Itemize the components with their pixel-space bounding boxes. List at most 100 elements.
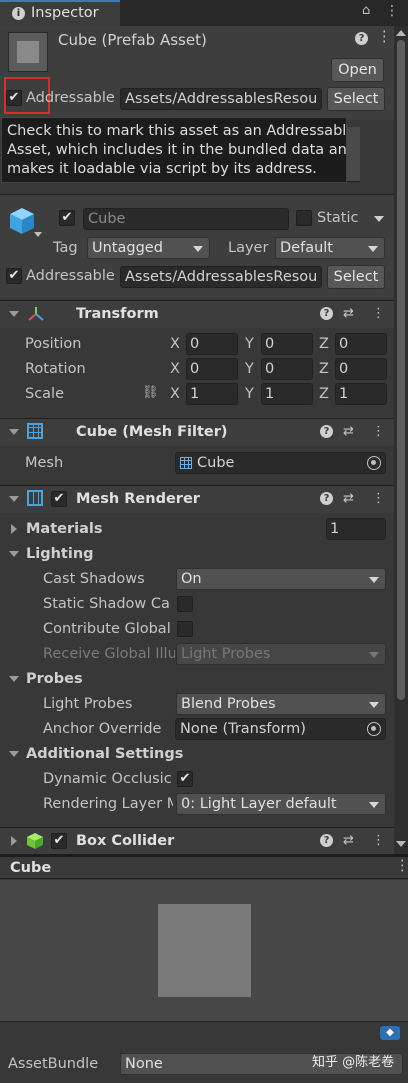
- lighting-label[interactable]: Lighting: [26, 544, 94, 564]
- layer-dropdown[interactable]: Default: [275, 237, 385, 259]
- rotation-x-field[interactable]: 0: [186, 358, 238, 380]
- active-checkbox[interactable]: ✔: [59, 210, 75, 226]
- axis-z-label[interactable]: Z: [319, 334, 329, 354]
- rendering-layer-dropdown[interactable]: 0: Light Layer default: [176, 793, 386, 815]
- cast-shadows-dropdown[interactable]: On: [176, 568, 386, 590]
- kebab-menu-icon[interactable]: ⋮: [385, 3, 399, 19]
- foldout-arrow-icon[interactable]: [11, 836, 17, 846]
- anchor-override-label: Anchor Override: [43, 721, 162, 737]
- contribute-gi-label: Contribute Global: [43, 621, 171, 637]
- probes-label[interactable]: Probes: [26, 669, 83, 689]
- label-tag-icon[interactable]: ◆: [380, 1026, 400, 1040]
- kebab-menu-icon[interactable]: ⋮: [377, 29, 392, 45]
- select-button[interactable]: Select: [327, 265, 385, 289]
- axis-x-label[interactable]: X: [170, 334, 180, 354]
- scale-y-field[interactable]: 1: [261, 383, 313, 405]
- addressable-label: Addressable: [26, 268, 115, 284]
- help-icon[interactable]: ?: [320, 307, 333, 320]
- rotation-z-field[interactable]: 0: [335, 358, 387, 380]
- cast-shadows-value: On: [181, 571, 202, 587]
- tooltip-line-3: makes it loadable via script by its addr…: [7, 161, 317, 177]
- axis-y-label[interactable]: Y: [245, 334, 254, 354]
- select-button[interactable]: Select: [327, 87, 385, 111]
- mesh-object-field[interactable]: Cube: [175, 452, 386, 474]
- kebab-menu-icon[interactable]: ⋮: [372, 831, 385, 851]
- object-picker-icon[interactable]: [367, 456, 381, 470]
- addressable-checkbox[interactable]: ✔: [6, 90, 22, 106]
- addressable-path-field[interactable]: Assets/AddressablesResou: [120, 88, 322, 110]
- layer-label: Layer: [228, 240, 269, 256]
- static-dropdown-caret[interactable]: [374, 216, 384, 222]
- rotation-y-field[interactable]: 0: [261, 358, 313, 380]
- foldout-arrow-icon[interactable]: [9, 751, 19, 757]
- rendering-layer-value: 0: Light Layer default: [181, 796, 337, 812]
- tag-dropdown[interactable]: Untagged: [87, 237, 210, 259]
- scroll-down-arrow-icon[interactable]: [396, 841, 406, 847]
- foldout-arrow-icon[interactable]: [9, 496, 19, 502]
- lock-icon[interactable]: ⌂: [362, 3, 370, 18]
- axis-z-label[interactable]: Z: [319, 384, 329, 404]
- static-shadow-caster-checkbox[interactable]: [177, 596, 193, 612]
- kebab-menu-icon[interactable]: ⋮: [372, 304, 385, 324]
- static-shadow-caster-label: Static Shadow Ca: [43, 596, 170, 612]
- foldout-arrow-icon[interactable]: [9, 676, 19, 682]
- addressable-checkbox[interactable]: ✔: [6, 268, 22, 284]
- object-picker-icon[interactable]: [367, 722, 381, 736]
- additional-settings-label[interactable]: Additional Settings: [26, 744, 183, 764]
- kebab-menu-icon[interactable]: ⋮: [395, 858, 408, 874]
- mesh-renderer-icon: [27, 490, 43, 506]
- tag-value: Untagged: [92, 240, 163, 256]
- materials-count-field[interactable]: 1: [326, 518, 386, 540]
- mesh-filter-title: Cube (Mesh Filter): [76, 424, 228, 440]
- mesh-filter-icon: [27, 423, 43, 439]
- mesh-value: Cube: [197, 455, 235, 471]
- position-y-field[interactable]: 0: [261, 333, 313, 355]
- chevron-down-icon[interactable]: [34, 232, 42, 237]
- transform-icon: [27, 305, 45, 323]
- gameobject-name-field[interactable]: Cube: [83, 208, 289, 230]
- axis-x-label[interactable]: X: [170, 384, 180, 404]
- rendering-layer-label: Rendering Layer M: [43, 796, 173, 812]
- help-icon[interactable]: ?: [320, 492, 333, 505]
- foldout-arrow-icon[interactable]: [9, 551, 19, 557]
- preview-cube-image: [158, 904, 251, 997]
- tab-inspector[interactable]: i Inspector: [0, 0, 120, 26]
- light-probes-dropdown[interactable]: Blend Probes: [176, 693, 386, 715]
- preset-icon[interactable]: ⇄: [343, 831, 354, 851]
- preset-icon[interactable]: ⇄: [343, 304, 354, 324]
- foldout-arrow-icon[interactable]: [9, 429, 19, 435]
- info-icon: i: [12, 7, 25, 20]
- cube-icon[interactable]: [8, 206, 36, 236]
- scale-x-field[interactable]: 1: [186, 383, 238, 405]
- anchor-override-field[interactable]: None (Transform): [175, 718, 386, 740]
- position-x-field[interactable]: 0: [186, 333, 238, 355]
- preview-title: Cube: [10, 860, 52, 876]
- position-z-field[interactable]: 0: [335, 333, 387, 355]
- transform-header[interactable]: [0, 300, 394, 328]
- axis-x-label[interactable]: X: [170, 359, 180, 379]
- box-collider-enabled-checkbox[interactable]: ✔: [51, 833, 67, 849]
- kebab-menu-icon[interactable]: ⋮: [372, 422, 385, 442]
- static-checkbox[interactable]: [296, 210, 312, 226]
- materials-label[interactable]: Materials: [26, 519, 103, 539]
- preset-icon[interactable]: ⇄: [343, 489, 354, 509]
- addressable-path-field[interactable]: Assets/AddressablesResou: [120, 266, 322, 288]
- foldout-arrow-icon[interactable]: [9, 311, 19, 317]
- open-button[interactable]: Open: [331, 58, 384, 82]
- constrain-proportions-icon[interactable]: ⛓: [142, 385, 159, 400]
- foldout-arrow-icon[interactable]: [11, 524, 17, 534]
- kebab-menu-icon[interactable]: ⋮: [372, 489, 385, 509]
- axis-y-label[interactable]: Y: [245, 384, 254, 404]
- dynamic-occlusion-checkbox[interactable]: ✔: [177, 771, 193, 787]
- help-icon[interactable]: ?: [355, 32, 368, 45]
- axis-y-label[interactable]: Y: [245, 359, 254, 379]
- preset-icon[interactable]: ⇄: [343, 422, 354, 442]
- scale-z-field[interactable]: 1: [335, 383, 387, 405]
- help-icon[interactable]: ?: [320, 425, 333, 438]
- help-icon[interactable]: ?: [320, 834, 333, 847]
- scroll-up-arrow-icon[interactable]: [396, 30, 406, 36]
- contribute-gi-checkbox[interactable]: [177, 621, 193, 637]
- mesh-renderer-enabled-checkbox[interactable]: ✔: [51, 491, 67, 507]
- axis-z-label[interactable]: Z: [319, 359, 329, 379]
- scrollbar-thumb[interactable]: [397, 40, 405, 700]
